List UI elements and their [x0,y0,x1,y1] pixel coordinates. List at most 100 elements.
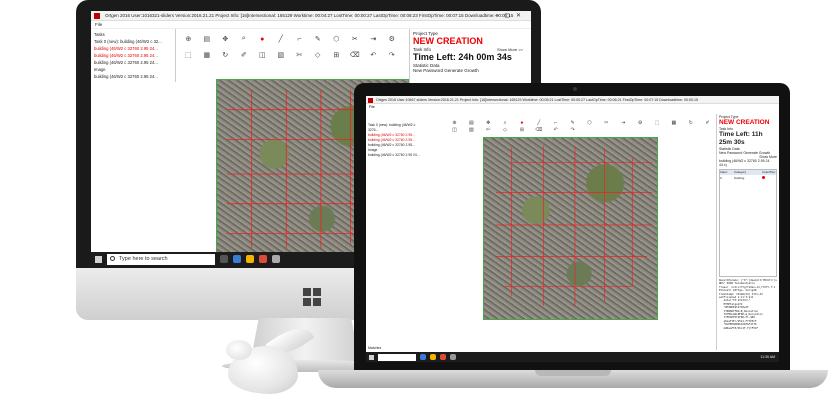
search-icon [110,255,115,261]
record-tool-icon[interactable]: ● [260,36,264,43]
macbook-menu-bar: File [366,104,779,110]
macbook-title-text: Ortgen 2016 User:10467 sliders Version:2… [376,98,698,102]
cut-tool-icon[interactable]: ✄ [486,127,490,133]
polygon-tool-icon[interactable]: ⬡ [587,120,591,126]
taskbar-search[interactable]: Type here to search [107,253,215,265]
chrome-icon[interactable] [440,354,446,360]
status-text: Matches [368,346,382,350]
settings-tool-icon[interactable]: ⚙ [389,35,395,43]
zoom-tool-icon[interactable]: ⌕ [242,35,246,43]
file-explorer-icon[interactable] [430,354,436,360]
imac-menu-bar: File [91,21,531,29]
macbook-layer-list: Task 0 (new): building (46/W2 c 3276... b… [368,123,424,158]
layer-item[interactable]: building (46/W2 c 32760 2.95 24... [94,45,172,52]
layer-item[interactable]: Task 0 (new): building (46/W2 c 3276... [368,123,424,133]
start-button-icon[interactable] [95,255,102,263]
zoom-tool-icon[interactable]: ⌕ [504,120,507,126]
export-tool-icon[interactable]: ⇥ [621,120,625,126]
file-explorer-icon[interactable] [246,255,254,263]
fill-tool-icon[interactable]: ▧ [469,127,474,133]
select-tool-icon[interactable]: ⬚ [655,120,660,126]
cut-tool-icon[interactable]: ✄ [296,51,302,59]
line-tool-icon[interactable]: ╱ [279,35,283,43]
draw-tool-icon[interactable]: ✎ [315,35,321,43]
app-taskbar-icon[interactable] [450,354,456,360]
polygon-tool-icon[interactable]: ⬡ [333,35,339,43]
window-controls[interactable]: –▢✕ [495,11,527,20]
snap-tool-icon[interactable]: ◫ [452,127,457,133]
taskbar-search[interactable] [378,353,416,361]
time-left: Time Left: 24h 00m 34s [413,52,512,62]
category-table: Index Category Color/Pen 0 building [719,169,777,277]
polyline-tool-icon[interactable]: ⌐ [297,36,301,43]
imac-toolbar: ⊕ ▤ ✥ ⌕ ● ╱ ⌐ ✎ ⬡ ✂ ⇥ ⚙ ⬚ ▦ ↻ ✐ ◫ ▧ ✄ ◇ … [179,31,401,63]
layer-item[interactable]: Task 0 (new): building (46/W2 c 32... [94,38,172,45]
edit-tool-icon[interactable]: ✐ [705,120,709,126]
rotate-tool-icon[interactable]: ↻ [222,51,228,59]
delete-tool-icon[interactable]: ⌫ [535,127,542,133]
export-tool-icon[interactable]: ⇥ [370,35,376,43]
select-tool-icon[interactable]: ⬚ [185,51,192,59]
pointer-tool-icon[interactable]: ⊕ [185,35,191,43]
move-tool-icon[interactable]: ✥ [486,120,490,126]
layers-tool-icon[interactable]: ▤ [203,35,210,43]
split-tool-icon[interactable]: ✂ [604,120,608,126]
edge-browser-icon[interactable] [233,255,241,263]
settings-tool-icon[interactable]: ⚙ [638,120,642,126]
bird-figurine-head [226,340,252,360]
table-row[interactable]: 0 building [720,175,776,181]
layer-item[interactable]: building (46/W2 c 32760 2.95 24... [94,59,172,66]
line-tool-icon[interactable]: ╱ [537,120,540,126]
polyline-tool-icon[interactable]: ⌐ [554,120,557,126]
layer-item[interactable]: building (46/W2 c 32760 2.95 24... [368,153,424,158]
start-button-icon[interactable] [369,354,374,360]
app-taskbar-icon[interactable] [272,255,280,263]
tray-clock: 11:30 AM [760,355,775,359]
row-category: building [734,176,745,180]
draw-tool-icon[interactable]: ✎ [570,120,574,126]
macbook-taskbar: 11:30 AM [366,352,779,362]
edge-browser-icon[interactable] [420,354,426,360]
layer-item[interactable]: Image [94,66,172,73]
row-color [762,175,776,181]
layer-item[interactable]: building (46/W2 c 32760 2.95 24... [94,73,172,80]
record-tool-icon[interactable]: ● [520,120,523,126]
imac-window-title: Ortgen 2016 User:1016321-sliders Version… [91,11,531,21]
macbook-notch [535,370,611,376]
layer-item[interactable]: building (46/W2 c 32760 2.95 24... [94,52,172,59]
macbook-map-canvas[interactable] [483,137,658,320]
project-type-value: NEW CREATION [413,36,483,46]
snap-tool-icon[interactable]: ◫ [259,51,266,59]
imac-layer-list: Task 0 (new): building (46/W2 c 32... bui… [94,38,172,80]
task-view-icon[interactable] [220,255,228,263]
grid-tool-icon[interactable]: ▦ [671,120,676,126]
split-tool-icon[interactable]: ✂ [352,35,358,43]
chrome-icon[interactable] [259,255,267,263]
task-info-label: Task Info [413,47,432,52]
windows-logo-icon [303,288,321,306]
rotate-tool-icon[interactable]: ↻ [689,120,693,126]
macbook-layer-panel: Task 0 (new): building (46/W2 c 3276... b… [368,123,424,158]
move-tool-icon[interactable]: ✥ [222,35,228,43]
pointer-tool-icon[interactable]: ⊕ [452,120,456,126]
building-attribute: building (46/W2 c 32760 2.95 24 44.x) [719,159,770,167]
delete-tool-icon[interactable]: ⌫ [350,51,360,59]
merge-tool-icon[interactable]: ⊞ [520,127,524,133]
macbook-info-panel: Project Type NEW CREATION Task Info Time… [716,114,779,350]
color-swatch [762,176,765,179]
redo-tool-icon[interactable]: ↷ [570,127,574,133]
merge-tool-icon[interactable]: ⊞ [333,51,339,59]
edit-tool-icon[interactable]: ✐ [241,51,247,59]
vertex-tool-icon[interactable]: ◇ [315,51,320,59]
fill-tool-icon[interactable]: ▧ [277,51,284,59]
menu-file[interactable]: File [95,22,102,27]
vertex-tool-icon[interactable]: ◇ [503,127,507,133]
grid-tool-icon[interactable]: ▦ [203,51,210,59]
macbook-screen: Ortgen 2016 User:10467 sliders Version:2… [366,96,779,362]
undo-tool-icon[interactable]: ↶ [554,127,558,133]
redo-tool-icon[interactable]: ↷ [389,51,395,59]
menu-file[interactable]: File [369,105,375,109]
layers-tool-icon[interactable]: ▤ [469,120,474,126]
show-more-link[interactable]: Show More >> [497,47,523,52]
undo-tool-icon[interactable]: ↶ [370,51,376,59]
